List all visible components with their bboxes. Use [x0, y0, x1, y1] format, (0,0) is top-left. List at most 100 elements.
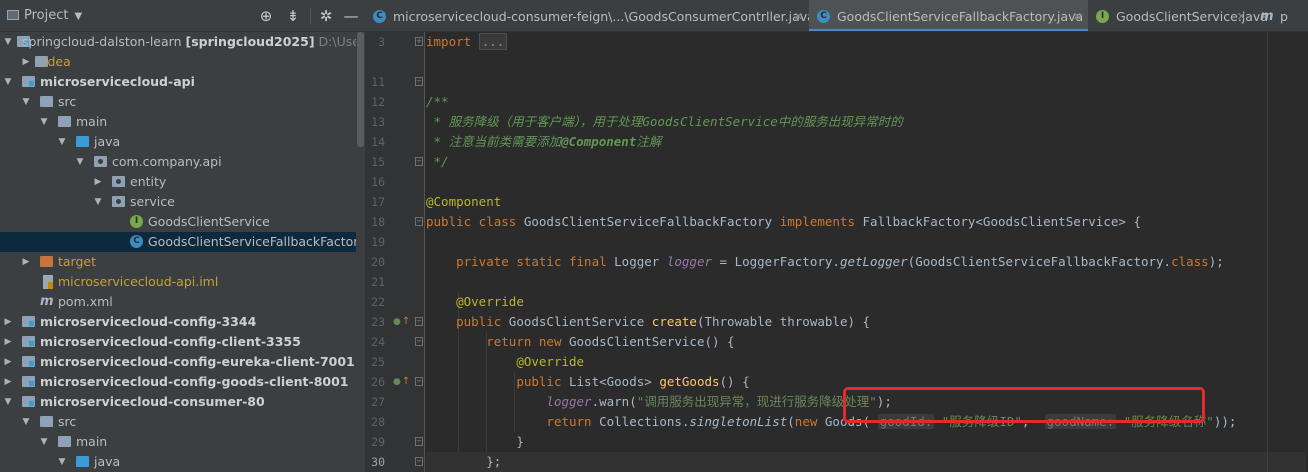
chevron-down-icon[interactable]: ▼: [21, 412, 31, 432]
chevron-right-icon[interactable]: ▶: [21, 252, 31, 272]
chevron-down-icon[interactable]: ▼: [39, 432, 49, 452]
tree-item-config-goods-8001[interactable]: ▶ microservicecloud-config-goods-client-…: [0, 372, 356, 392]
chevron-down-icon[interactable]: ▼: [75, 152, 85, 172]
chevron-down-icon[interactable]: ▼: [93, 192, 103, 212]
tree-item-iml[interactable]: microservicecloud-api.iml: [0, 272, 356, 292]
fold-icon[interactable]: −: [415, 457, 423, 466]
fold-icon[interactable]: −: [415, 77, 423, 86]
tree-item-label: GoodsClientService: [148, 214, 270, 229]
tree-item-main[interactable]: ▼ main: [0, 112, 356, 132]
project-panel-header: Project ▼ ⊕ ⇟ ✲ —: [0, 0, 365, 32]
chevron-right-icon[interactable]: ▶: [21, 52, 31, 72]
tree-item-label: src: [58, 414, 77, 429]
fold-icon[interactable]: +: [415, 37, 423, 46]
tree-item-root[interactable]: ▼ springcloud-dalston-learn [springcloud…: [0, 32, 365, 52]
line-gutter[interactable]: 3 11 12 13 14 15 16 17 18 19 20 21 22 23…: [365, 32, 425, 472]
tree-item-package-api[interactable]: ▼ com.company.api: [0, 152, 356, 172]
chevron-down-icon[interactable]: ▼: [3, 392, 13, 412]
close-icon[interactable]: ✕: [1073, 0, 1082, 31]
tree-item-entity[interactable]: ▶ entity: [0, 172, 356, 192]
package-icon: [94, 156, 107, 167]
fold-icon[interactable]: −: [415, 157, 423, 166]
project-scrollbar[interactable]: [356, 32, 365, 472]
code-token: "调用服务出现异常，现进行服务降级处理": [636, 394, 877, 409]
close-icon[interactable]: ✕: [1237, 0, 1246, 31]
folded-imports[interactable]: ...: [478, 33, 508, 50]
tree-item-pom[interactable]: m pom.xml: [0, 292, 356, 312]
implements-method-icon[interactable]: ●↑: [393, 312, 410, 332]
tree-item-src[interactable]: ▼ src: [0, 412, 356, 432]
iml-file-icon: [43, 275, 53, 289]
fold-icon[interactable]: −: [415, 317, 423, 326]
tab-goods-consumer-controller[interactable]: C microservicecloud-consumer-feign\...\G…: [365, 0, 815, 31]
tree-item-label: java: [94, 454, 121, 469]
tree-item-config-3344[interactable]: ▶ microservicecloud-config-3344: [0, 312, 356, 332]
tree-item-target[interactable]: ▶ target: [0, 252, 356, 272]
code-line-17: @Component: [426, 194, 502, 209]
maven-icon: m: [40, 294, 54, 309]
tree-item-java[interactable]: ▼ java: [0, 452, 356, 472]
right-margin-guide: [1267, 32, 1268, 472]
tree-item-config-client-3355[interactable]: ▶ microservicecloud-config-client-3355: [0, 332, 356, 352]
code-token: FallbackFactory<GoodsClientService> {: [862, 214, 1141, 229]
code-token: ));: [1213, 414, 1237, 429]
tree-item-microservicecloud-api[interactable]: ▼ microservicecloud-api: [0, 72, 356, 92]
tree-item-label: microservicecloud-config-goods-client-80…: [40, 374, 349, 389]
tree-item-src[interactable]: ▼ src: [0, 92, 356, 112]
scrollbar-thumb[interactable]: [357, 32, 364, 147]
tab-fallback-factory[interactable]: C GoodsClientServiceFallbackFactory.java…: [809, 0, 1088, 31]
minimize-icon[interactable]: —: [341, 6, 361, 26]
code-line-18: public class GoodsClientServiceFallbackF…: [426, 212, 1141, 232]
tree-item-label: .idea: [40, 54, 71, 69]
chevron-right-icon[interactable]: ▶: [93, 172, 103, 192]
maven-icon: m: [1260, 9, 1274, 24]
code-line-26: public List<Goods> getGoods() {: [426, 372, 749, 392]
chevron-down-icon[interactable]: ▼: [3, 32, 13, 52]
code-line-3: import ...: [426, 32, 508, 52]
tree-item-java[interactable]: ▼ java: [0, 132, 356, 152]
chevron-right-icon[interactable]: ▶: [3, 312, 13, 332]
locate-target-icon[interactable]: ⊕: [256, 6, 276, 26]
tree-item-service[interactable]: ▼ service: [0, 192, 356, 212]
chevron-down-icon[interactable]: ▼: [57, 452, 67, 472]
tree-item-idea[interactable]: ▶ .idea: [0, 52, 356, 72]
tree-item-label: microservicecloud-config-eureka-client-7…: [40, 354, 355, 369]
tree-item-label: main: [76, 434, 108, 449]
project-view-selector[interactable]: Project ▼: [7, 8, 82, 23]
close-icon[interactable]: ✕: [794, 0, 803, 31]
chevron-down-icon[interactable]: ▼: [39, 112, 49, 132]
chevron-right-icon[interactable]: ▶: [3, 372, 13, 392]
fold-icon[interactable]: −: [415, 337, 423, 346]
code-line-14: * 注意当前类需要添加@Component注解: [426, 132, 662, 152]
implements-method-icon[interactable]: ●↑: [393, 372, 410, 392]
tree-item-main[interactable]: ▼ main: [0, 432, 356, 452]
tab-pom[interactable]: m p: [1252, 0, 1308, 31]
code-token: return: [546, 414, 600, 429]
chevron-down-icon[interactable]: ▼: [3, 72, 13, 92]
code-token: Collections.: [599, 414, 690, 429]
code-token: logger: [666, 254, 712, 269]
class-icon: C: [130, 235, 143, 248]
tree-item-goods-client-service[interactable]: I GoodsClientService: [0, 212, 356, 232]
chevron-right-icon[interactable]: ▶: [3, 332, 13, 352]
chevron-down-icon[interactable]: ▼: [57, 132, 67, 152]
fold-icon[interactable]: −: [415, 437, 423, 446]
line-number: 16: [371, 175, 385, 189]
tree-item-fallback-factory[interactable]: C GoodsClientServiceFallbackFactory: [0, 232, 365, 252]
code-token: }: [516, 434, 524, 449]
fold-icon[interactable]: −: [415, 217, 423, 226]
collapse-all-icon[interactable]: ⇟: [283, 6, 303, 26]
gear-icon[interactable]: ✲: [316, 6, 336, 26]
tree-item-label: java: [94, 134, 121, 149]
class-icon: C: [373, 10, 386, 23]
chevron-right-icon[interactable]: ▶: [3, 352, 13, 372]
code-token: getLogger: [839, 254, 908, 269]
line-number: 23: [371, 315, 385, 329]
tab-goods-client-service[interactable]: I GoodsClientService.java ✕: [1088, 0, 1268, 31]
code-line-13: * 服务降级（用于客户端），用于处理GoodsClientService中的服务…: [426, 114, 903, 129]
tree-item-config-eureka-7001[interactable]: ▶ microservicecloud-config-eureka-client…: [0, 352, 356, 372]
chevron-down-icon[interactable]: ▼: [21, 92, 31, 112]
tree-item-consumer-80[interactable]: ▼ microservicecloud-consumer-80: [0, 392, 356, 412]
code-token: public: [456, 314, 509, 329]
fold-icon[interactable]: −: [415, 377, 423, 386]
